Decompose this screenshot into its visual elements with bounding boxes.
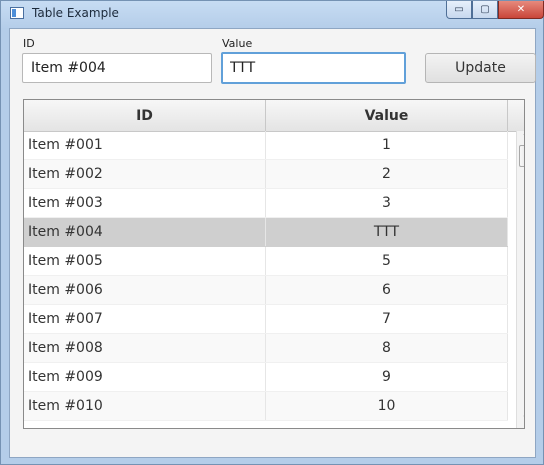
minimize-button[interactable]: ▭ (446, 1, 472, 19)
update-button[interactable]: Update (425, 53, 536, 83)
app-window: Table Example ▭ ▢ ✕ ID Value Update ID V… (0, 0, 544, 465)
cell-id: Item #001 (24, 131, 266, 159)
cell-id: Item #006 (24, 276, 266, 304)
cell-value: 9 (266, 363, 508, 391)
maximize-button[interactable]: ▢ (472, 1, 498, 19)
data-table: ID Value Item #001 1 Item #002 2 Item #003 3 I… (23, 99, 525, 429)
vertical-scrollbar[interactable]: ˄ ˅ (516, 131, 524, 428)
table-row[interactable]: Item #010 10 (24, 392, 508, 421)
cell-id: Item #002 (24, 160, 266, 188)
scroll-thumb[interactable] (519, 145, 524, 167)
cell-id: Item #003 (24, 189, 266, 217)
close-button[interactable]: ✕ (498, 1, 544, 19)
title-bar[interactable]: Table Example ▭ ▢ ✕ (1, 1, 544, 28)
client-area: ID Value Update ID Value Item #0011Item … (9, 28, 536, 458)
window-title: Table Example (32, 6, 119, 20)
table-row[interactable]: Item #008 8 (24, 334, 508, 363)
column-header-value[interactable]: Value (266, 100, 508, 131)
table-row[interactable]: Item #007 7 (24, 305, 508, 334)
cell-value: 6 (266, 276, 508, 304)
table-row[interactable]: Item #006 6 (24, 276, 508, 305)
scroll-down-arrow-icon[interactable]: ˅ (517, 414, 524, 428)
table-row[interactable]: Item #004 TTT (24, 218, 508, 247)
id-field[interactable] (22, 53, 212, 83)
cell-value: 10 (266, 392, 508, 420)
scroll-up-arrow-icon[interactable]: ˄ (517, 131, 524, 145)
cell-value: TTT (266, 218, 508, 246)
table-header: ID Value (24, 100, 524, 132)
cell-id: Item #007 (24, 305, 266, 333)
cell-value: 7 (266, 305, 508, 333)
cell-value: 3 (266, 189, 508, 217)
cell-id: Item #009 (24, 363, 266, 391)
cell-value: 1 (266, 131, 508, 159)
table-row[interactable]: Item #009 9 (24, 363, 508, 392)
cell-value: 5 (266, 247, 508, 275)
cell-id: Item #008 (24, 334, 266, 362)
cell-id: Item #005 (24, 247, 266, 275)
cell-value: 2 (266, 160, 508, 188)
table-row[interactable]: Item #005 5 (24, 247, 508, 276)
value-label: Value (222, 37, 253, 50)
app-window-icon (10, 7, 24, 19)
table-body: Item #001 1 Item #002 2 Item #003 3 Item #004 T… (24, 131, 508, 421)
column-header-id[interactable]: ID (24, 100, 266, 131)
table-row[interactable]: Item #001 1 (24, 131, 508, 160)
table-row[interactable]: Item #002 2 (24, 160, 508, 189)
value-field[interactable] (221, 52, 406, 84)
cell-id: Item #004 (24, 218, 266, 246)
cell-value: 8 (266, 334, 508, 362)
cell-id: Item #010 (24, 392, 266, 420)
table-row[interactable]: Item #003 3 (24, 189, 508, 218)
id-label: ID (23, 37, 35, 50)
header-filler (508, 100, 524, 131)
